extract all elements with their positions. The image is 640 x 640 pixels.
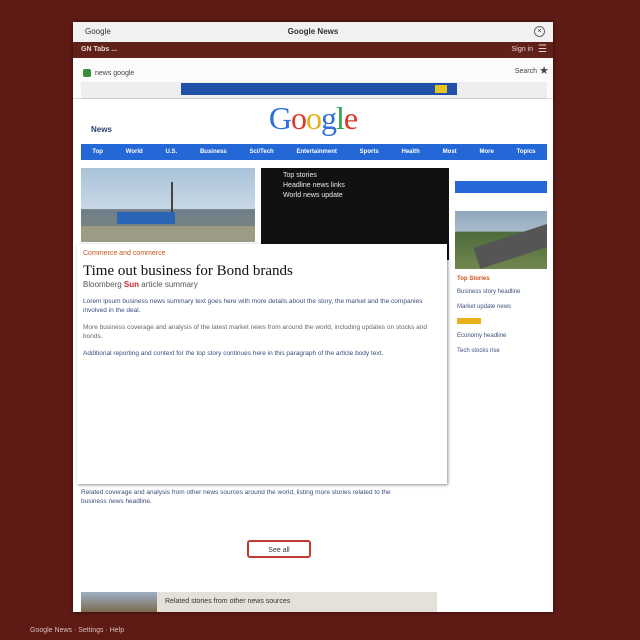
pole [171, 182, 173, 214]
top-story-link[interactable]: Top stories [283, 172, 449, 179]
headline-photo[interactable] [81, 168, 255, 242]
sidebar-item[interactable]: Market update news [457, 303, 545, 312]
article-paragraph: Lorem ipsum business news summary text g… [83, 298, 423, 314]
nav-item[interactable]: Entertainment [297, 149, 337, 155]
title-bar: Google Google News × [73, 22, 553, 43]
ad-badge-icon [435, 85, 447, 93]
right-sidebar: Top Stories Business story headline Mark… [453, 168, 547, 612]
address-text[interactable]: news google [95, 70, 134, 77]
article-paragraph: More business coverage and analysis of t… [83, 324, 427, 340]
nav-item[interactable]: Topics [517, 149, 536, 155]
nav-item[interactable]: Most [443, 149, 457, 155]
bottom-strip: Related stories from other news sources [81, 592, 437, 612]
sidebar-badge [457, 318, 481, 324]
nav-item[interactable]: World [126, 149, 143, 155]
nav-item[interactable]: Business [200, 149, 227, 155]
sidebar-item[interactable]: Tech stocks rise [457, 347, 545, 356]
section-nav: Top World U.S. Business Sci/Tech Enterta… [81, 144, 547, 160]
building [117, 212, 175, 224]
google-logo[interactable]: Google [73, 100, 553, 136]
sidebar-photo[interactable] [455, 211, 547, 269]
ad-banner[interactable] [181, 83, 457, 95]
top-story-link[interactable]: World news update [283, 192, 449, 199]
related-coverage: Related coverage and analysis from other… [81, 489, 391, 505]
nav-item[interactable]: Sci/Tech [249, 149, 273, 155]
road [473, 223, 547, 269]
see-all-button[interactable]: See all [247, 540, 311, 558]
nav-item[interactable]: Health [402, 149, 420, 155]
sidebar-item[interactable]: Business story headline [457, 288, 545, 297]
nav-item[interactable]: U.S. [165, 149, 177, 155]
news-sublogo: News [91, 125, 112, 134]
ad-bar [81, 82, 547, 99]
browser-window: Google Google News × GN Tabs ... Sign in… [73, 22, 553, 612]
nav-item[interactable]: Sports [360, 149, 379, 155]
menu-icon[interactable]: ☰ [538, 44, 547, 55]
sign-in-link[interactable]: Sign in [512, 46, 533, 53]
site-icon [83, 69, 91, 77]
star-icon[interactable]: ★ [539, 64, 549, 77]
toolbar-left[interactable]: GN Tabs ... [81, 46, 117, 53]
article-headline[interactable]: Time out business for Bond brands [83, 263, 441, 280]
article-paragraph: Additional reporting and context for the… [83, 350, 384, 357]
article-byline: Bloomberg Sun article summary [83, 280, 198, 289]
ground [81, 226, 255, 242]
browser-toolbar: GN Tabs ... Sign in ☰ [73, 42, 553, 58]
nav-item[interactable]: More [479, 149, 493, 155]
nav-item[interactable]: Top [92, 149, 103, 155]
bottom-strip-text[interactable]: Related stories from other news sources [165, 598, 290, 605]
search-link[interactable]: Search [515, 68, 537, 75]
close-icon[interactable]: × [534, 26, 545, 37]
sidebar-heading: Top Stories [457, 276, 490, 282]
article-section[interactable]: Commerce and commerce [83, 250, 441, 257]
top-story-link[interactable]: Headline news links [283, 182, 449, 189]
bottom-thumbnail[interactable] [81, 592, 157, 612]
article-card: Commerce and commerce Time out business … [77, 244, 447, 484]
window-title: Google News [287, 27, 339, 36]
sidebar-list: Top Stories Business story headline Mark… [457, 276, 545, 356]
sidebar-header-bar [455, 181, 547, 193]
page-footer: Google News · Settings · Help [30, 627, 125, 634]
sidebar-item[interactable]: Economy headline [457, 332, 545, 341]
